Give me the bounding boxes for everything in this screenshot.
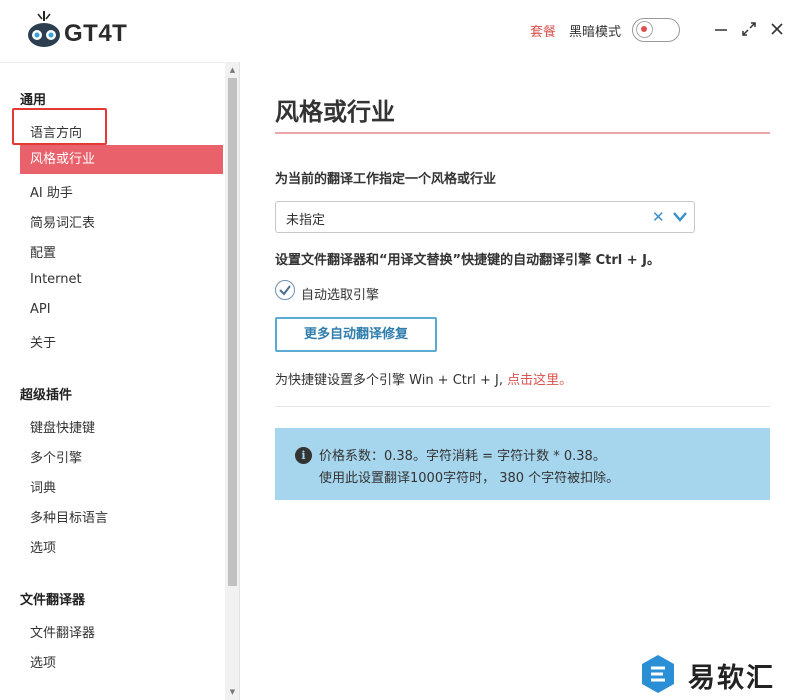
- expand-icon: [742, 22, 756, 36]
- auto-select-checkbox[interactable]: [275, 280, 295, 300]
- robot-logo-icon: [28, 11, 60, 47]
- sidebar-group-file-translator: 文件翻译器: [20, 593, 86, 608]
- chevron-down-icon[interactable]: [672, 210, 688, 224]
- price-info-box: i 价格系数：0.38。字符消耗 = 字符计数 * 0.38。 使用此设置翻译1…: [275, 428, 770, 500]
- sidebar-item-glossary[interactable]: 简易词汇表: [30, 212, 95, 231]
- sidebar-group-super-plugins: 超级插件: [20, 388, 73, 403]
- page-title: 风格或行业: [275, 98, 395, 126]
- multi-engine-description: 为快捷键设置多个引擎 Win + Ctrl + J,: [275, 373, 508, 388]
- watermark: 易软汇: [636, 652, 796, 696]
- scrollbar-thumb[interactable]: [228, 78, 237, 586]
- check-icon: [279, 285, 291, 296]
- sidebar-item-ai-assistant[interactable]: AI 助手: [30, 182, 73, 201]
- sidebar-group-general: 通用: [20, 93, 47, 108]
- dark-mode-label: 黑暗模式: [569, 25, 622, 40]
- sidebar-item-internet[interactable]: Internet: [30, 272, 82, 287]
- click-here-link[interactable]: 点击这里。: [507, 373, 572, 388]
- style-industry-label: 为当前的翻译工作指定一个风格或行业: [275, 172, 497, 187]
- scroll-down-arrow-icon[interactable]: ▼: [228, 688, 237, 696]
- package-link[interactable]: 套餐: [530, 21, 556, 40]
- sidebar-item-style-industry[interactable]: 风格或行业: [20, 145, 223, 174]
- maximize-button[interactable]: [738, 18, 760, 40]
- style-industry-select[interactable]: 未指定 ✕: [275, 201, 695, 233]
- sidebar-item-plugin-options[interactable]: 选项: [30, 537, 56, 556]
- sidebar-item-dictionary[interactable]: 词典: [30, 477, 56, 496]
- minimize-icon: [715, 29, 727, 31]
- section-divider: [275, 406, 770, 407]
- watermark-logo-icon: [642, 655, 674, 693]
- sidebar-item-multi-target-languages[interactable]: 多种目标语言: [30, 507, 108, 526]
- sidebar-item-file-options[interactable]: 选项: [30, 652, 56, 671]
- annotation-highlight-box: [12, 108, 107, 145]
- info-icon: i: [295, 447, 312, 464]
- close-button[interactable]: [766, 18, 788, 40]
- close-icon: [771, 23, 783, 35]
- app-logo-text: GT4T: [64, 20, 128, 47]
- sidebar-item-keyboard-shortcuts[interactable]: 键盘快捷键: [30, 417, 95, 436]
- price-coefficient-text: 价格系数：0.38。字符消耗 = 字符计数 * 0.38。: [319, 449, 606, 464]
- auto-select-label[interactable]: 自动选取引擎: [301, 284, 379, 303]
- sidebar-item-multiple-engines[interactable]: 多个引擎: [30, 447, 82, 466]
- select-value: 未指定: [286, 213, 326, 228]
- sidebar-item-config[interactable]: 配置: [30, 242, 56, 261]
- watermark-text: 易软汇: [688, 663, 775, 694]
- toggle-knob: [636, 21, 653, 38]
- multi-engine-text: 为快捷键设置多个引擎 Win + Ctrl + J, 点击这里。: [275, 369, 572, 388]
- scroll-up-arrow-icon[interactable]: ▲: [228, 66, 237, 74]
- sidebar-item-api[interactable]: API: [30, 302, 51, 317]
- deduction-text: 使用此设置翻译1000字符时， 380 个字符被扣除。: [319, 471, 620, 486]
- sidebar-item-file-translator[interactable]: 文件翻译器: [30, 622, 95, 641]
- more-auto-translate-fix-button[interactable]: 更多自动翻译修复: [275, 317, 437, 352]
- shortcut-engine-label: 设置文件翻译器和“用译文替换”快捷键的自动翻译引擎 Ctrl + J。: [275, 253, 661, 268]
- minimize-button[interactable]: [710, 18, 732, 40]
- sidebar-item-about[interactable]: 关于: [30, 332, 56, 351]
- title-divider: [275, 132, 770, 134]
- clear-icon[interactable]: ✕: [652, 208, 665, 226]
- app-header: GT4T 套餐 黑暗模式: [0, 0, 805, 62]
- dark-mode-toggle[interactable]: [632, 18, 680, 42]
